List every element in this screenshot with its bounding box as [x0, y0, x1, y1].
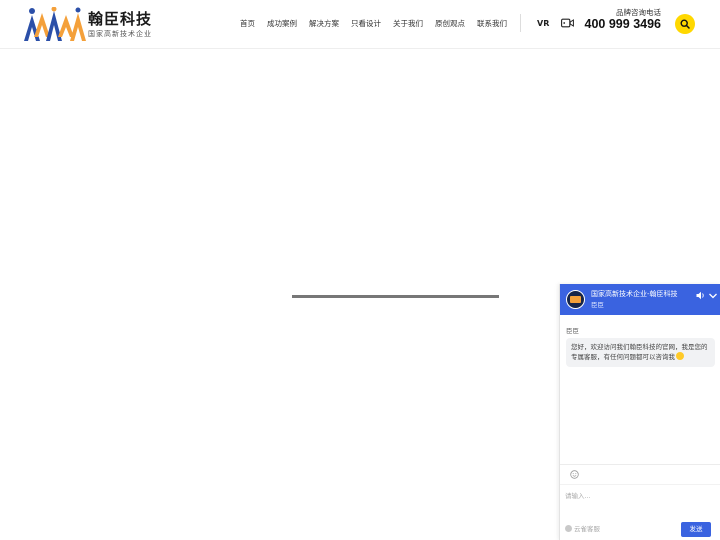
nav-item-contact[interactable]: 联系我们	[471, 17, 513, 31]
chat-powered-by-text: 云雀客服	[574, 525, 600, 533]
nav-item-solutions[interactable]: 解决方案	[303, 17, 345, 31]
nav-item-design[interactable]: 只看设计	[345, 17, 387, 31]
chat-title: 国家高新技术企业-翰臣科技	[591, 290, 678, 298]
smiley-icon[interactable]	[570, 470, 579, 479]
chat-powered-by: 云雀客服	[565, 525, 600, 534]
brand-name: 翰臣科技	[88, 10, 153, 28]
vr-link[interactable]: VR	[537, 17, 549, 31]
chat-input-divider	[560, 484, 720, 485]
chat-send-button[interactable]: 发送	[681, 522, 711, 537]
search-icon	[680, 19, 690, 29]
brand-slogan: 国家高新技术企业	[88, 30, 152, 38]
chat-message-input[interactable]	[565, 487, 715, 505]
chat-header[interactable]: 国家高新技术企业-翰臣科技 臣臣	[560, 284, 720, 315]
nav-divider	[520, 14, 521, 32]
site-logo[interactable]: 翰臣科技 国家高新技术企业	[24, 7, 154, 41]
speaker-icon[interactable]	[696, 291, 706, 300]
nav-item-home[interactable]: 首页	[234, 17, 261, 31]
chat-avatar	[566, 290, 585, 309]
chat-agent-name: 臣臣	[566, 327, 579, 335]
nav-item-insights[interactable]: 原创观点	[429, 17, 471, 31]
main-nav: 首页 成功案例 解决方案 只看设计 关于我们 原创观点 联系我们	[234, 17, 513, 31]
bird-logo-icon	[565, 525, 572, 532]
chat-agent-subtitle: 臣臣	[591, 301, 604, 309]
search-button[interactable]	[675, 14, 695, 34]
page-loading-bar	[292, 295, 499, 298]
chat-toolbar-divider	[560, 464, 720, 465]
logo-mark-icon	[24, 7, 86, 41]
nav-item-cases[interactable]: 成功案例	[261, 17, 303, 31]
nav-item-about[interactable]: 关于我们	[387, 17, 429, 31]
smiley-emoji-icon	[676, 352, 684, 360]
chevron-down-icon[interactable]	[708, 291, 718, 300]
phone-number: 400 999 3496	[584, 17, 661, 31]
chat-greeting-text: 您好，欢迎访问我们翰臣科技的官网，我是您的专属客服，有任何问题都可以咨询我	[571, 343, 708, 361]
video-camera-icon[interactable]	[561, 18, 574, 28]
chat-message-bubble: 您好，欢迎访问我们翰臣科技的官网，我是您的专属客服，有任何问题都可以咨询我	[566, 338, 715, 367]
chat-widget: 国家高新技术企业-翰臣科技 臣臣 臣臣 您好，欢迎访问我们翰臣科技的官网，我是您…	[559, 284, 720, 540]
site-header: 翰臣科技 国家高新技术企业 首页 成功案例 解决方案 只看设计 关于我们 原创观…	[0, 0, 720, 49]
